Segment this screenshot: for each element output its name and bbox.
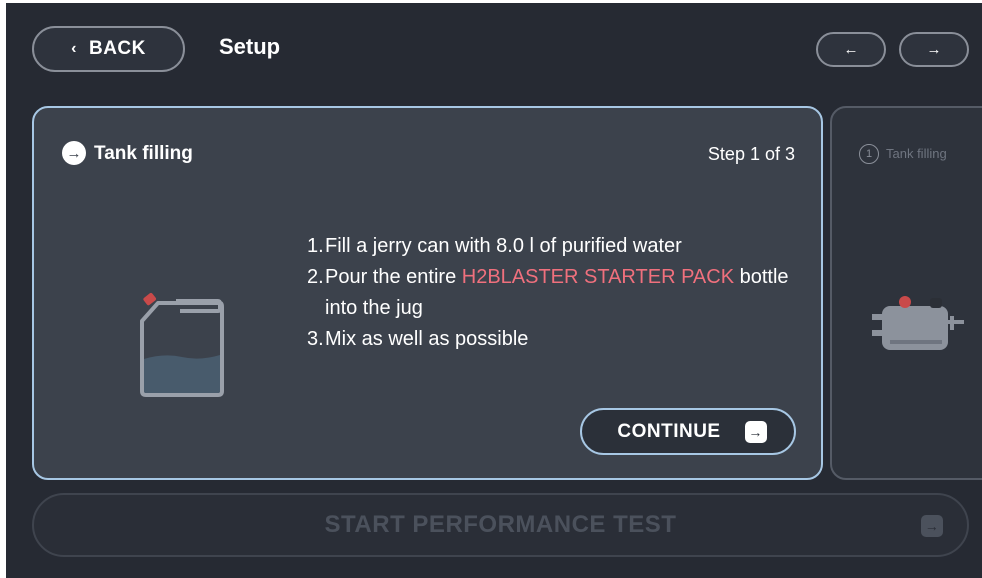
instruction-item: 1. Fill a jerry can with 8.0 l of purifi… [307,231,807,262]
current-step-card: → Tank filling Step 1 of 3 1. Fill a jer… [32,106,823,480]
next-button[interactable]: → [899,32,969,67]
start-test-label: START PERFORMANCE TEST [324,511,677,538]
setup-screen: ‹ BACK Setup ← → → Tank filling Step 1 o… [6,3,982,578]
instruction-list: 1. Fill a jerry can with 8.0 l of purifi… [307,231,807,355]
back-button[interactable]: ‹ BACK [32,26,185,72]
arrow-right-icon: → [744,420,767,443]
product-highlight: H2BLASTER STARTER PACK [461,266,735,288]
next-card-title: Tank filling [886,146,947,161]
arrow-right-icon: → [921,515,943,537]
instruction-text: Mix as well as possible [325,328,529,350]
start-performance-test-button[interactable]: START PERFORMANCE TEST → [32,493,969,557]
continue-label: CONTINUE [617,420,721,442]
water-tank-device-icon [872,296,964,350]
card-title: Tank filling [94,143,193,164]
instruction-item: 2. Pour the entire H2BLASTER STARTER PAC… [307,262,807,324]
jerry-can-icon [140,292,224,397]
arrow-circle-icon: → [62,141,86,165]
instruction-item: 3. Mix as well as possible [307,324,807,355]
chevron-left-icon: ‹ [71,40,77,57]
continue-button[interactable]: CONTINUE → [580,408,796,455]
instruction-number: 2. [307,266,324,288]
page-title: Setup [219,34,281,59]
previous-button[interactable]: ← [816,32,886,67]
step-indicator: Step 1 of 3 [707,144,795,164]
instruction-text: Fill a jerry can with 8.0 l of purified … [325,235,682,257]
arrow-right-icon: → [926,41,942,58]
arrow-left-icon: ← [843,41,859,58]
step-number-badge: 1 [859,144,879,164]
back-label: BACK [88,38,146,59]
instruction-number: 1. [307,235,324,257]
instruction-text: Pour the entire H2BLASTER STARTER PACK b… [325,262,807,324]
next-step-card[interactable]: 1 Tank filling [830,106,982,480]
instruction-text-before: Pour the entire [325,266,462,288]
instruction-number: 3. [307,328,324,350]
